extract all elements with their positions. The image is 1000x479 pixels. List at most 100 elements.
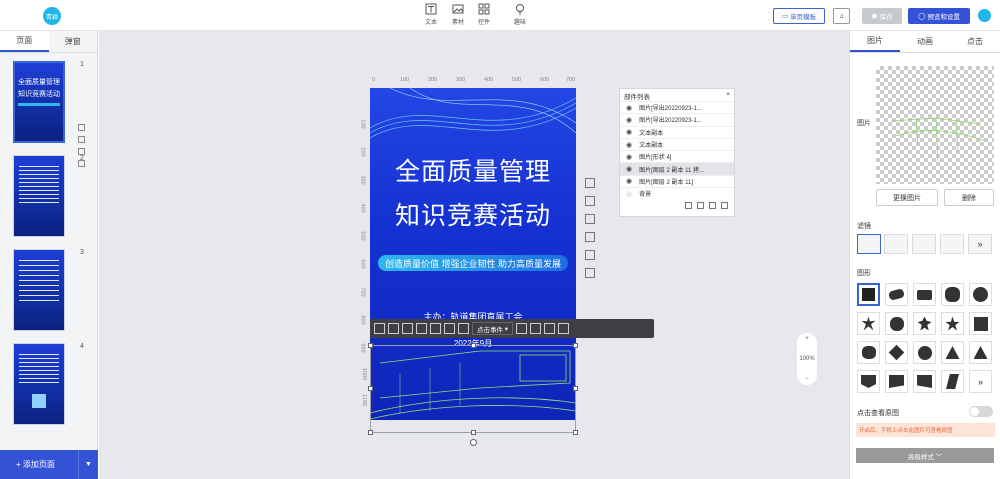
download-icon[interactable] — [685, 202, 692, 210]
eye-icon[interactable]: ◉ — [626, 165, 632, 173]
zoom-in-icon[interactable]: + — [805, 336, 809, 342]
resize-handle[interactable] — [368, 386, 373, 391]
filter-option[interactable] — [912, 234, 936, 254]
filter-option[interactable] — [884, 234, 908, 254]
resize-handle[interactable] — [368, 430, 373, 435]
add-page-button[interactable]: + 添加页面 ▼ — [0, 450, 98, 479]
shape-brush-2[interactable] — [913, 283, 936, 306]
eye-hidden-icon[interactable]: ◎ — [626, 190, 632, 198]
component-item[interactable]: ◉ 文本副本 — [620, 125, 734, 138]
rotate-icon[interactable] — [470, 439, 477, 446]
shape-stamp[interactable] — [969, 312, 992, 335]
resize-handle[interactable] — [471, 430, 476, 435]
component-item[interactable]: ◉ 图片[图层 2 副本 11] — [620, 174, 734, 187]
poster-title-line2[interactable]: 知识竞赛活动 — [370, 196, 576, 232]
shape-brush[interactable] — [885, 283, 908, 306]
page-thumbnail-3[interactable] — [13, 249, 65, 331]
tab-pages[interactable]: 页面 — [0, 31, 49, 52]
selection-box[interactable] — [368, 343, 578, 446]
text-tool[interactable]: 文本 — [419, 3, 443, 29]
resize-handle[interactable] — [471, 343, 476, 348]
poster-title-line1[interactable]: 全面质量管理 — [370, 152, 576, 188]
component-item[interactable]: ◉ 图片[导出20220923-1... — [620, 113, 734, 125]
shape-circle[interactable] — [913, 341, 936, 364]
shape-flag[interactable] — [885, 370, 908, 393]
advanced-style-button[interactable]: 高级样式 ﹀ — [856, 448, 994, 463]
widget-tool[interactable]: 控件 — [472, 3, 496, 29]
shape-banner[interactable] — [857, 370, 880, 393]
delete-image-button[interactable]: 删除 — [944, 189, 994, 206]
eye-icon[interactable]: ◉ — [626, 116, 632, 124]
music-button[interactable]: ♫ — [833, 8, 850, 24]
shape-triangle-2[interactable] — [969, 341, 992, 364]
tab-image[interactable]: 图片 — [850, 31, 900, 52]
zoom-out-icon[interactable]: − — [805, 376, 809, 382]
save-button[interactable]: ▣ 保存 — [862, 8, 902, 24]
filter-option[interactable] — [940, 234, 964, 254]
copy-icon[interactable] — [697, 202, 704, 210]
shape-rough-circle[interactable] — [857, 341, 880, 364]
play-icon[interactable] — [585, 214, 595, 224]
shape-circle-rough[interactable] — [969, 283, 992, 306]
replace-image-button[interactable]: 更换图片 — [876, 189, 938, 206]
more-filters-button[interactable]: » — [968, 234, 992, 254]
position-icon[interactable] — [530, 323, 542, 334]
layer-icon[interactable] — [444, 323, 455, 334]
page-thumbnail-1[interactable]: 全面质量管理 知识竞赛活动 — [13, 61, 65, 143]
frame-icon[interactable] — [402, 323, 413, 334]
trash-icon[interactable] — [558, 323, 570, 334]
close-icon[interactable]: × — [726, 91, 730, 99]
component-item-selected[interactable]: ◉ 图片[图层 2 副本 11 拷... — [620, 162, 734, 175]
shape-splash-2[interactable] — [885, 312, 908, 335]
grid-icon[interactable] — [585, 250, 595, 260]
undo-icon[interactable] — [585, 178, 595, 188]
copy-icon[interactable] — [544, 323, 556, 334]
component-item[interactable]: ◎ 背景 — [620, 187, 734, 199]
copy-icon[interactable] — [78, 148, 85, 155]
preview-settings-button[interactable]: ◯ 预览和设置 — [908, 8, 970, 24]
resize-handle[interactable] — [573, 430, 578, 435]
replace-icon[interactable] — [374, 323, 385, 334]
page-thumbnail-2[interactable] — [13, 155, 65, 237]
shape-star-blob[interactable] — [941, 312, 964, 335]
shape-flag-2[interactable] — [913, 370, 936, 393]
eye-icon[interactable]: ◉ — [626, 128, 632, 136]
material-tool[interactable]: 素材 — [446, 3, 470, 29]
shape-blob[interactable] — [941, 283, 964, 306]
app-logo[interactable]: 青颖 — [43, 7, 61, 25]
more-shapes-button[interactable]: » — [969, 370, 992, 393]
add-page-dropdown-icon[interactable]: ▼ — [78, 450, 98, 479]
eye-icon[interactable]: ◉ — [626, 153, 632, 161]
settings-icon[interactable] — [78, 136, 85, 143]
click-event-dropdown[interactable]: 点击事件 ▾ — [472, 322, 514, 335]
eye-icon[interactable]: ◉ — [626, 141, 632, 149]
eye-icon[interactable]: ◉ — [626, 104, 632, 112]
click-view-original-toggle[interactable] — [969, 406, 993, 417]
fun-tool[interactable]: 趣味 — [508, 3, 532, 29]
shape-triangle[interactable] — [941, 341, 964, 364]
crop-icon[interactable] — [388, 323, 399, 334]
component-item[interactable]: ◉ 文本副本 — [620, 137, 734, 150]
shape-parallelogram[interactable] — [941, 370, 964, 393]
component-item[interactable]: ◉ 图片[导出20220923-1... — [620, 101, 734, 113]
tab-popups[interactable]: 弹窗 — [49, 31, 98, 52]
redo-icon[interactable] — [585, 196, 595, 206]
device-icon[interactable] — [585, 268, 595, 278]
resize-handle[interactable] — [573, 386, 578, 391]
single-page-template-button[interactable]: ▭ 单页模板 — [773, 8, 825, 24]
tab-click[interactable]: 点击 — [950, 31, 1000, 52]
trash-icon[interactable] — [721, 202, 728, 210]
layers-icon[interactable] — [585, 232, 595, 242]
align-right-icon[interactable] — [430, 323, 441, 334]
add-element-icon[interactable] — [458, 323, 469, 334]
page-thumbnail-4[interactable] — [13, 343, 65, 425]
shape-splash[interactable] — [857, 312, 880, 335]
resize-handle[interactable] — [368, 343, 373, 348]
add-icon[interactable] — [78, 124, 85, 131]
eye-icon[interactable]: ◉ — [626, 177, 632, 185]
shape-splash-3[interactable] — [913, 312, 936, 335]
tab-animation[interactable]: 动画 — [900, 31, 950, 52]
shape-square[interactable] — [857, 283, 880, 306]
flip-icon[interactable] — [516, 323, 528, 334]
shape-diamond[interactable] — [885, 341, 908, 364]
